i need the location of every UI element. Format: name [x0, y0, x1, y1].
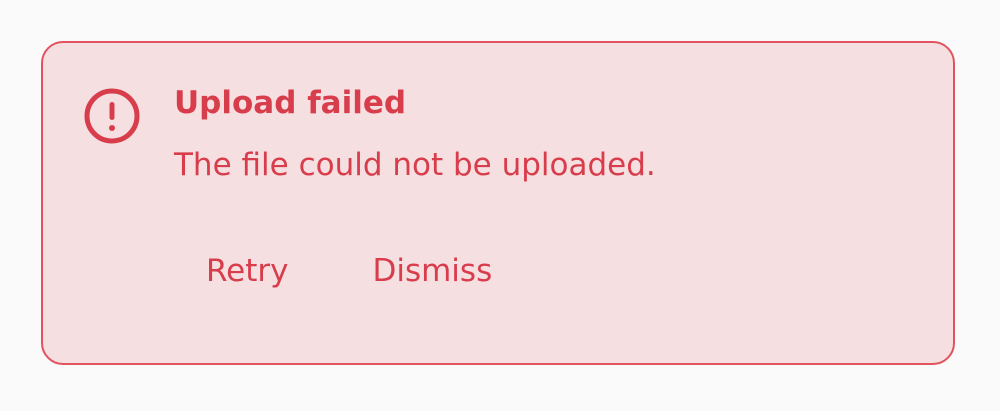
retry-button[interactable]: Retry — [174, 243, 320, 299]
dismiss-button[interactable]: Dismiss — [340, 243, 524, 299]
exclamation-circle-icon — [83, 87, 141, 145]
error-alert: Upload failed The file could not be uplo… — [41, 41, 955, 365]
alert-actions: Retry Dismiss — [174, 243, 524, 299]
alert-title: Upload failed — [174, 85, 407, 121]
alert-message: The file could not be uploaded. — [174, 147, 656, 183]
